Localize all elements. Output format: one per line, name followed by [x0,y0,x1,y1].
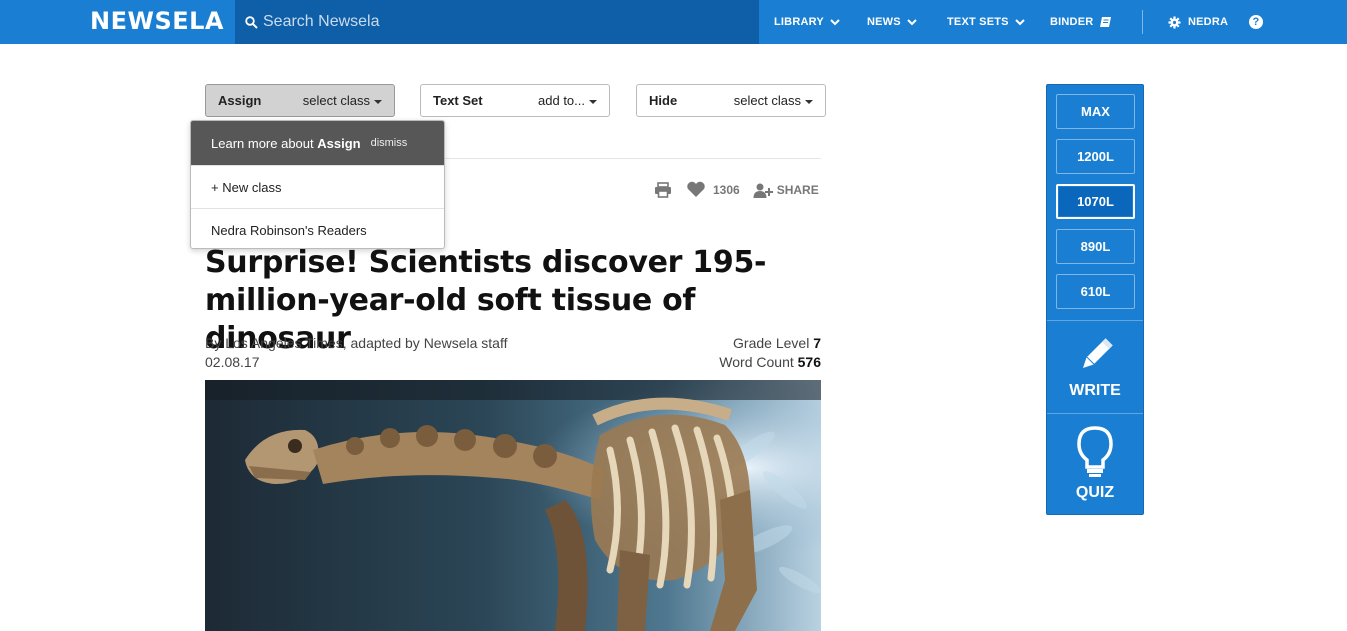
hide-label: Hide [649,93,678,108]
nav-binder[interactable]: BINDER [1050,0,1112,44]
help-button[interactable]: ? [1249,0,1263,44]
word-count: Word Count 576 [719,354,821,370]
chevron-down-icon [907,19,917,26]
text-set-dropdown-button[interactable]: Text Set add to... [420,84,610,117]
print-icon[interactable] [654,181,672,198]
write-button[interactable]: WRITE [1047,338,1143,400]
article-hero-image [205,380,821,631]
level-890l-button[interactable]: 890L [1056,229,1135,264]
nav-binder-label: BINDER [1050,16,1094,28]
panel-divider [1047,320,1143,321]
divider-line [445,158,821,159]
article-stats: Grade Level 7 Word Count 576 [719,334,821,372]
add-person-icon [753,183,773,198]
assign-value: select class [303,93,382,108]
search-input[interactable] [263,13,743,31]
article-date: 02.08.17 [205,354,260,370]
top-navigation-bar: NEWSELA LIBRARY NEWS TEXT SETS BINDER NE… [0,0,1347,44]
level-1200l-button[interactable]: 1200L [1056,139,1135,174]
hide-value: select class [734,93,813,108]
chevron-down-icon [830,19,840,26]
nav-news-label: NEWS [867,16,901,28]
like-count: 1306 [713,182,740,197]
nav-text-sets[interactable]: TEXT SETS [947,0,1025,44]
article-byline: By Los Angeles Times, adapted by Newsela… [205,334,507,372]
gear-icon [1168,15,1181,29]
nav-divider [1142,10,1143,34]
quiz-button[interactable]: QUIZ [1047,425,1143,502]
assign-dropdown-menu: Learn more about Assign dismiss + New cl… [190,120,445,249]
dismiss-link[interactable]: dismiss [371,137,408,149]
nav-user-label: NEDRA [1188,16,1229,28]
help-icon: ? [1249,15,1263,29]
text-set-value: add to... [538,93,597,108]
caret-down-icon [374,99,382,104]
level-1070l-button[interactable]: 1070L [1056,184,1135,219]
panel-divider [1047,413,1143,414]
learn-more-assign[interactable]: Learn more about Assign dismiss [191,121,444,165]
search-icon [245,15,258,29]
share-button[interactable]: SHARE [753,182,819,198]
search-bar[interactable] [235,0,759,44]
nav-user[interactable]: NEDRA [1168,0,1228,44]
new-class-item[interactable]: + New class [191,165,444,208]
reading-level-panel: MAX 1200L 1070L 890L 610L WRITE QUIZ [1046,84,1144,515]
lightbulb-icon [1077,426,1113,477]
quiz-label: QUIZ [1075,484,1115,501]
grade-level: Grade Level 7 [733,335,821,351]
dinosaur-skeleton-image [205,380,821,631]
nav-news[interactable]: NEWS [867,0,917,44]
level-max-button[interactable]: MAX [1056,94,1135,129]
heart-icon[interactable] [686,181,706,198]
chevron-down-icon [1014,19,1025,26]
class-item[interactable]: Nedra Robinson's Readers [191,208,444,248]
write-label: WRITE [1069,382,1121,399]
text-set-label: Text Set [433,93,483,108]
newsela-logo[interactable]: NEWSELA [90,7,224,35]
assign-dropdown-button[interactable]: Assign select class [205,84,395,117]
nav-library[interactable]: LIBRARY [774,0,840,44]
level-610l-button[interactable]: 610L [1056,274,1135,309]
author-line: By Los Angeles Times, adapted by Newsela… [205,335,508,351]
caret-down-icon [589,99,597,104]
pencil-icon [1082,338,1113,369]
share-label: SHARE [776,182,819,197]
article-actions: 1306 SHARE [654,181,819,198]
learn-more-text: Learn more about Assign [211,135,361,151]
caret-down-icon [805,99,813,104]
nav-library-label: LIBRARY [774,16,824,28]
binder-icon [1100,17,1112,27]
nav-text-sets-label: TEXT SETS [947,16,1009,28]
hide-dropdown-button[interactable]: Hide select class [636,84,826,117]
assign-label: Assign [218,93,262,108]
